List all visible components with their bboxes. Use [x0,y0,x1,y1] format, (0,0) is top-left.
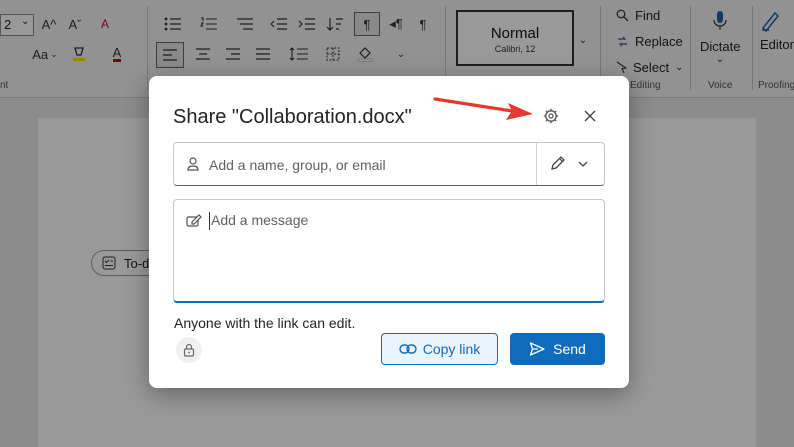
share-dialog: Share "Collaboration.docx" Add a name, g… [149,76,629,388]
send-label: Send [553,341,586,357]
field-divider [536,143,537,185]
link-permission-text: Anyone with the link can edit. [174,315,356,331]
recipient-field[interactable]: Add a name, group, or email [173,142,605,186]
lock-icon [183,343,195,357]
send-icon [529,342,545,356]
permission-dropdown[interactable] [549,154,593,174]
chevron-down-icon [578,161,588,167]
message-placeholder: Add a message [211,212,309,228]
gear-icon [543,108,559,124]
person-icon [187,157,199,171]
send-button[interactable]: Send [510,333,605,365]
settings-button[interactable] [542,107,560,125]
close-icon [584,110,596,122]
dialog-title: Share "Collaboration.docx" [173,106,412,128]
copy-link-label: Copy link [422,341,481,357]
recipient-placeholder: Add a name, group, or email [209,157,386,173]
link-settings-button[interactable] [176,337,202,363]
compose-icon [186,214,202,227]
text-caret [209,212,210,230]
copy-link-button[interactable]: Copy link [381,333,498,365]
message-field[interactable]: Add a message [173,199,605,303]
close-button[interactable] [581,107,599,125]
link-icon [399,344,417,354]
pencil-icon [551,156,565,170]
